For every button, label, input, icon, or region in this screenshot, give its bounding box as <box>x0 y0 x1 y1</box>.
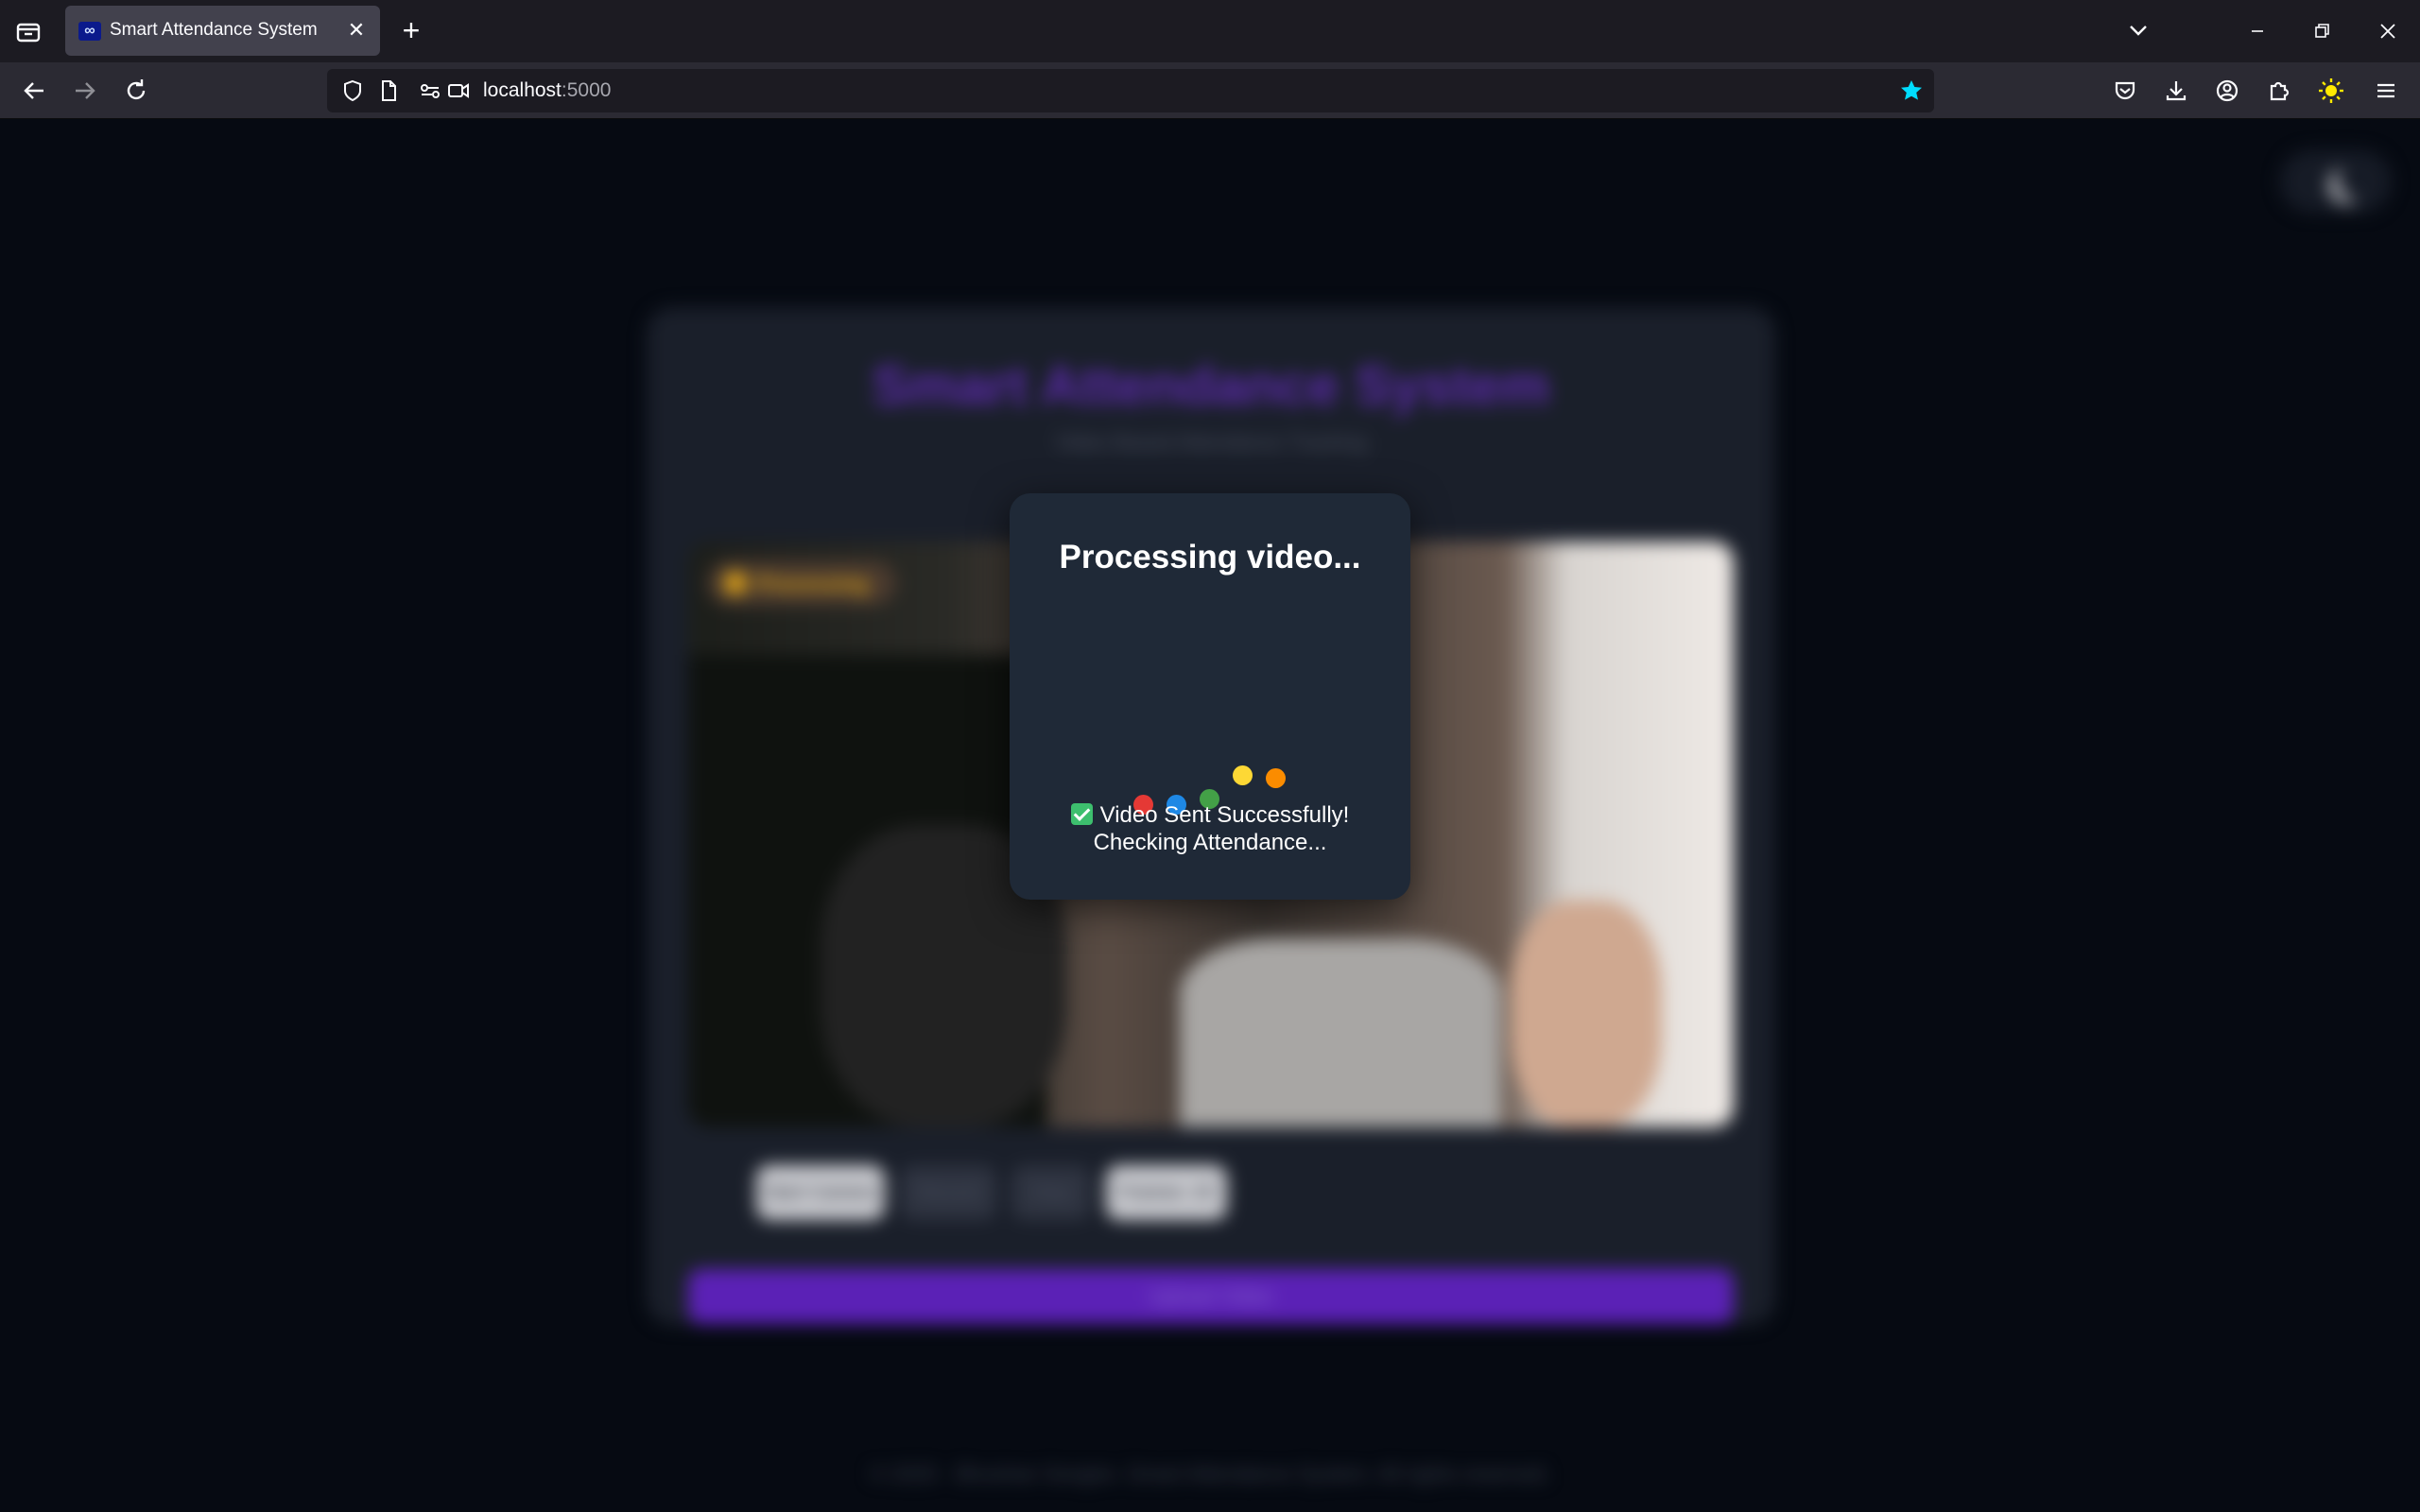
url-port: :5000 <box>561 79 612 101</box>
modal-message: Video Sent Successfully! Checking Attend… <box>1010 801 1410 856</box>
app-subtitle: Video Based Attendance Tracking <box>1055 430 1367 454</box>
list-all-tabs-icon[interactable] <box>2121 15 2155 47</box>
success-text: Video Sent Successfully! <box>1099 802 1350 828</box>
tab-list-icon[interactable] <box>13 17 43 47</box>
permissions-icon[interactable] <box>418 78 442 103</box>
forward-icon[interactable] <box>68 74 102 108</box>
address-bar[interactable]: localhost:5000 <box>327 69 1934 112</box>
back-icon[interactable] <box>17 74 51 108</box>
camera-permission-icon[interactable] <box>446 78 471 103</box>
status-badge-label: Processing <box>756 572 869 595</box>
extensions-icon[interactable] <box>2263 76 2293 106</box>
close-window-icon[interactable] <box>2371 15 2405 47</box>
check-icon <box>1070 803 1093 825</box>
status-badge: Processing <box>707 560 896 606</box>
new-tab-button[interactable]: + <box>395 15 427 47</box>
frames-button[interactable]: Frames: 20 <box>1106 1165 1227 1220</box>
video-region-shirt <box>1180 938 1501 1127</box>
url-text[interactable]: localhost:5000 <box>483 79 611 102</box>
shield-icon[interactable] <box>340 78 365 103</box>
tab-smart-attendance[interactable]: ∞ Smart Attendance System ✕ <box>65 6 380 56</box>
menu-icon[interactable] <box>2371 76 2401 106</box>
video-region-face <box>1511 901 1662 1127</box>
reload-icon[interactable] <box>119 74 153 108</box>
start-camera-button[interactable]: Start Camera <box>756 1165 885 1220</box>
browser-nav-bar: localhost:5000 <box>0 62 2420 119</box>
page-info-icon[interactable] <box>376 78 401 103</box>
loader-dot-orange <box>1266 768 1286 788</box>
message-line-2: Checking Attendance... <box>1093 830 1327 855</box>
upload-video-button[interactable]: Upload Video <box>688 1269 1734 1324</box>
theme-toggle[interactable] <box>2280 150 2392 213</box>
page-viewport: Smart Attendance System Video Based Atte… <box>0 120 2420 1512</box>
tab-title: Smart Attendance System <box>110 20 318 40</box>
moon-icon <box>2337 163 2373 199</box>
app-title: Smart Attendance System <box>872 355 1550 417</box>
record-button[interactable]: Record <box>900 1165 996 1220</box>
downloads-icon[interactable] <box>2161 76 2191 106</box>
footer-text: © 2025 · Bhushan Songire. Smart Attendan… <box>870 1462 1550 1486</box>
processing-modal: Processing video... Video Sent Successfu… <box>1010 493 1410 900</box>
message-line-1: Video Sent Successfully! <box>1010 801 1410 829</box>
browser-tab-bar: ∞ Smart Attendance System ✕ + <box>0 0 2420 62</box>
account-icon[interactable] <box>2212 76 2242 106</box>
stop-button[interactable]: Stop <box>1011 1165 1091 1220</box>
tab-close-icon[interactable]: ✕ <box>344 18 369 43</box>
pocket-icon[interactable] <box>2110 76 2140 106</box>
bookmark-star-icon[interactable] <box>1898 77 1925 104</box>
loader-dot-yellow <box>1233 765 1253 785</box>
url-host: localhost <box>483 79 562 101</box>
status-dot-icon <box>724 572 747 594</box>
minimize-icon[interactable] <box>2240 15 2274 47</box>
site-favicon-icon: ∞ <box>78 22 101 41</box>
restore-icon[interactable] <box>2305 15 2339 47</box>
sun-theme-icon[interactable] <box>2316 76 2346 106</box>
